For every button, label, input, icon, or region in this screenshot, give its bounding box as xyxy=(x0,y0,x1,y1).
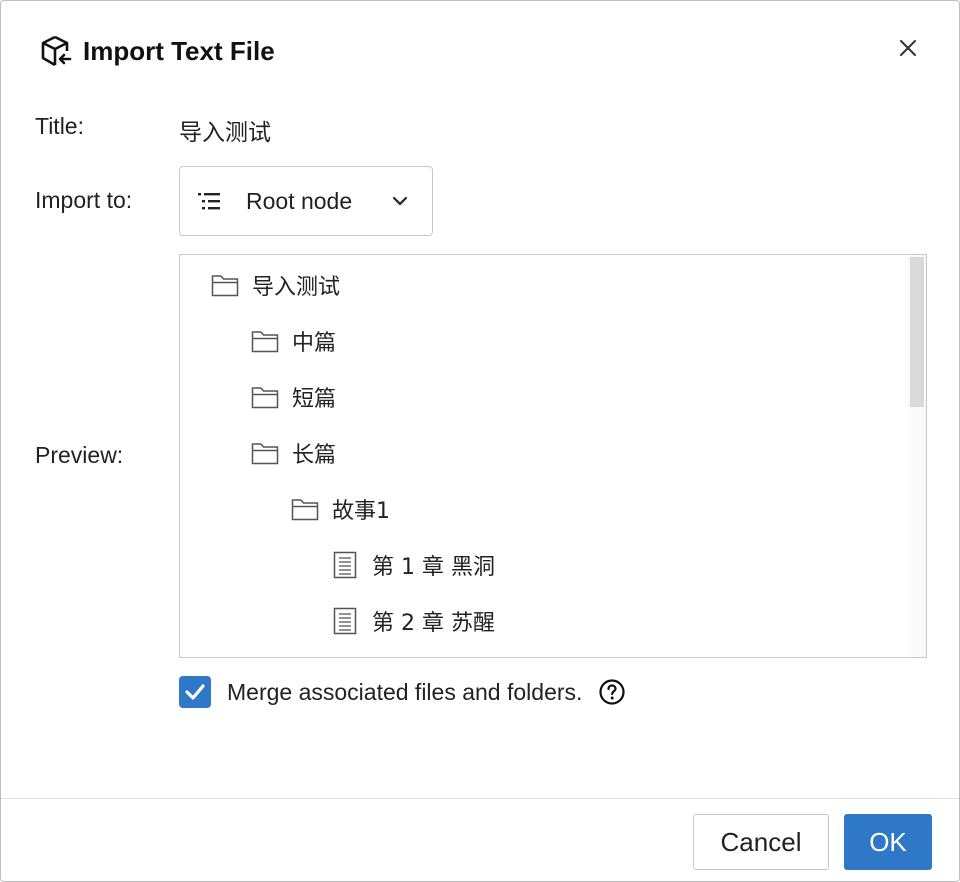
preview-scrollbar[interactable] xyxy=(908,255,926,657)
tree-item-label: 导入测试 xyxy=(252,275,341,300)
document-icon xyxy=(330,606,360,636)
import-to-value: Root node xyxy=(246,187,353,214)
tree-item-label: 长篇 xyxy=(292,443,337,468)
folder-icon xyxy=(250,438,280,468)
tree-item: 中篇 xyxy=(250,321,336,361)
tree-item-label: 中篇 xyxy=(292,331,337,356)
footer-divider xyxy=(1,798,959,799)
tree-item: 长篇 xyxy=(250,433,336,473)
title-label: Title: xyxy=(35,113,84,139)
tree-item-label: 第 1 章 黑洞 xyxy=(372,555,495,580)
checkmark-icon xyxy=(185,684,205,700)
title-value: 导入测试 xyxy=(179,120,271,146)
tree-item: 导入测试 xyxy=(210,265,340,305)
dialog-header: Import Text File xyxy=(37,31,275,71)
cancel-button[interactable]: Cancel xyxy=(693,814,829,870)
dialog-title: Import Text File xyxy=(83,35,275,66)
close-icon xyxy=(900,40,916,56)
tree-item-label: 第 2 章 苏醒 xyxy=(372,611,495,636)
import-to-label: Import to: xyxy=(35,187,133,213)
close-button[interactable] xyxy=(895,35,921,61)
merge-label[interactable]: Merge associated files and folders. xyxy=(227,679,582,706)
folder-icon xyxy=(210,270,240,300)
tree-item: 第 1 章 黑洞 xyxy=(330,545,495,585)
tree-item-label: 故事1 xyxy=(332,499,390,524)
merge-checkbox[interactable] xyxy=(179,676,211,708)
help-circle-icon[interactable] xyxy=(598,678,626,706)
list-indent-icon xyxy=(196,189,224,213)
import-text-file-dialog: Import Text File Title: 导入测试 Import to: … xyxy=(0,0,960,882)
tree-item: 第 2 章 苏醒 xyxy=(330,601,495,641)
document-icon xyxy=(330,550,360,580)
folder-icon xyxy=(290,494,320,524)
folder-icon xyxy=(250,326,280,356)
folder-icon xyxy=(250,382,280,412)
merge-option: Merge associated files and folders. xyxy=(179,675,626,709)
chevron-down-icon xyxy=(392,196,408,206)
tree-item: 短篇 xyxy=(250,377,336,417)
preview-scrollbar-thumb[interactable] xyxy=(910,257,924,407)
import-to-select[interactable]: Root node xyxy=(179,166,433,236)
tree-item-label: 短篇 xyxy=(292,387,337,412)
ok-button[interactable]: OK xyxy=(844,814,932,870)
preview-label: Preview: xyxy=(35,442,124,468)
cube-import-icon xyxy=(37,33,73,69)
preview-tree[interactable]: 导入测试 中篇 短篇 长篇 故事1 第 1 章 黑洞 第 2 章 苏醒 xyxy=(179,254,927,658)
tree-item: 故事1 xyxy=(290,489,390,529)
